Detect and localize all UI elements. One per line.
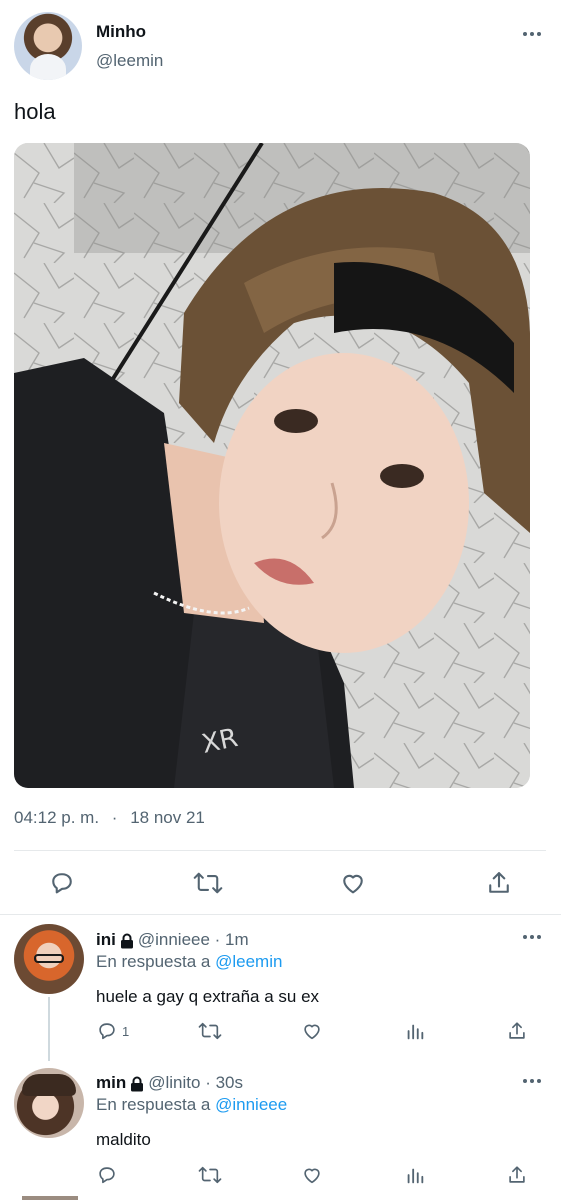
reply-text: huele a gay q extraña a su ex	[96, 987, 320, 1006]
replying-to: En respuesta a @leemin	[96, 952, 282, 972]
lock-icon	[120, 933, 133, 949]
share-icon	[509, 1022, 525, 1039]
retweet-button[interactable]	[198, 1020, 222, 1042]
next-item-avatar	[22, 1196, 78, 1200]
share-button[interactable]	[506, 1164, 528, 1186]
like-button[interactable]	[301, 1164, 323, 1186]
tweet-text: hola	[14, 99, 56, 124]
tweet-time: 04:12 p. m.	[14, 808, 100, 827]
like-button[interactable]	[339, 869, 367, 897]
replying-to-handle[interactable]: @innieee	[215, 1095, 287, 1114]
reply-icon	[52, 873, 72, 894]
reply-header[interactable]: ini @innieee · 1m	[96, 930, 249, 950]
replying-to-prefix: En respuesta a	[96, 1095, 211, 1114]
more-icon[interactable]	[521, 1076, 543, 1086]
reply-handle[interactable]: @innieee	[138, 930, 210, 949]
divider	[0, 914, 561, 915]
more-icon[interactable]	[521, 29, 543, 39]
replying-to-handle[interactable]: @leemin	[215, 952, 282, 971]
author-handle[interactable]: @leemin	[96, 51, 163, 71]
share-button[interactable]	[485, 869, 513, 897]
reply-display-name[interactable]: ini	[96, 930, 116, 949]
divider	[14, 850, 546, 851]
tweet-photo[interactable]: XR	[14, 143, 530, 788]
more-icon[interactable]	[521, 932, 543, 942]
analytics-button[interactable]	[404, 1020, 426, 1042]
retweet-button[interactable]	[198, 1164, 222, 1186]
reply-header[interactable]: min @linito · 30s	[96, 1073, 243, 1093]
photo-illustration: XR	[14, 143, 530, 788]
reply-button[interactable]	[96, 1164, 118, 1186]
reply-count: 1	[122, 1023, 130, 1039]
lock-icon	[131, 1076, 144, 1092]
reply-time[interactable]: · 1m	[215, 930, 249, 949]
like-button[interactable]	[301, 1020, 323, 1042]
reply-avatar[interactable]	[14, 1068, 84, 1138]
reply-button[interactable]: 1	[96, 1020, 129, 1042]
like-icon	[304, 1024, 320, 1040]
tweet-timestamp[interactable]: 04:12 p. m. · 18 nov 21	[14, 808, 205, 828]
reply-icon	[99, 1023, 115, 1040]
share-button[interactable]	[506, 1020, 528, 1042]
reply-time[interactable]: · 30s	[205, 1073, 243, 1092]
reply-icon	[99, 1167, 115, 1184]
analytics-button[interactable]	[404, 1164, 426, 1186]
thread-line	[48, 997, 50, 1061]
author-avatar[interactable]	[14, 12, 82, 80]
tweet-date: 18 nov 21	[130, 808, 205, 827]
analytics-icon	[407, 1024, 424, 1040]
retweet-icon	[198, 1022, 222, 1040]
retweet-button[interactable]	[193, 869, 223, 897]
like-icon	[343, 874, 363, 894]
author-display-name[interactable]: Minho	[96, 22, 146, 42]
reply-avatar[interactable]	[14, 924, 84, 994]
replying-to-prefix: En respuesta a	[96, 952, 211, 971]
replying-to: En respuesta a @innieee	[96, 1095, 287, 1115]
reply-display-name[interactable]: min	[96, 1073, 126, 1092]
share-icon	[489, 872, 509, 893]
analytics-icon	[407, 1168, 424, 1184]
retweet-icon	[193, 872, 223, 894]
reply-handle[interactable]: @linito	[148, 1073, 200, 1092]
timestamp-separator: ·	[111, 808, 118, 827]
reply-button[interactable]	[48, 869, 76, 897]
like-icon	[304, 1168, 320, 1184]
share-icon	[509, 1166, 525, 1183]
retweet-icon	[198, 1166, 222, 1184]
reply-text: maldito	[96, 1130, 151, 1149]
